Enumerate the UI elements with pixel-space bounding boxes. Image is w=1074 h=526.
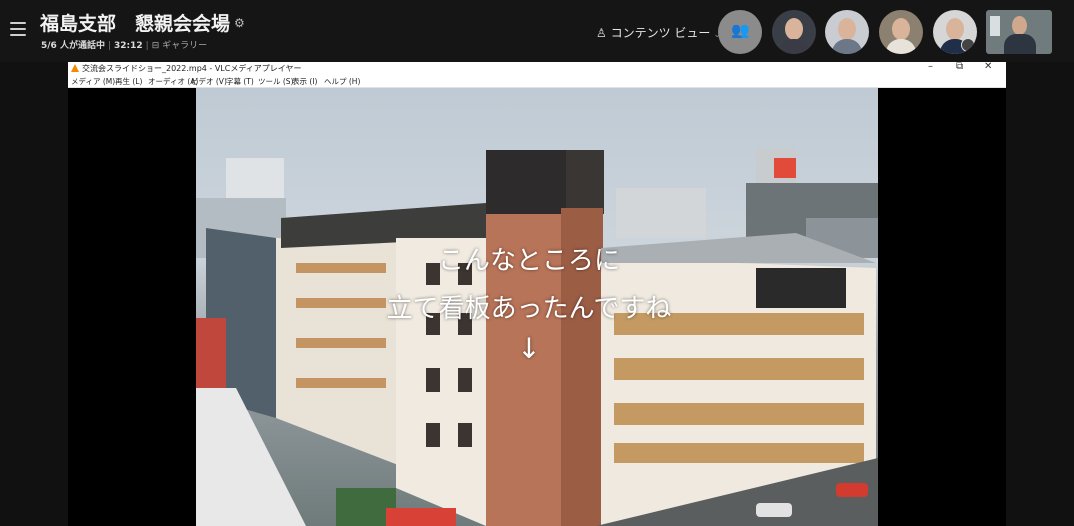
menu-view[interactable]: 表示 (I) — [292, 76, 317, 87]
shared-screen-vlc-window: 交流会スライドショー_2022.mp4 - VLCメディアプレイヤー – ⧉ ✕… — [68, 61, 1006, 526]
video-caption-line1: こんなところに — [437, 246, 620, 276]
vlc-cone-icon — [71, 64, 79, 72]
minimize-button[interactable]: – — [928, 61, 933, 72]
menu-subtitle[interactable]: 字幕 (T) — [226, 76, 254, 87]
people-icon: 👥 — [731, 21, 750, 39]
meeting-title-text: 福島支部 懇親会会場 — [40, 13, 231, 35]
participant-video-1[interactable] — [772, 10, 816, 54]
menu-playback[interactable]: 再生 (L) — [115, 76, 142, 87]
meeting-header: 福島支部 懇親会会場 ⚙ 5/6 人が通話中 | 32:12 | ⊟ ギャラリー ♙ コン… — [0, 0, 1074, 62]
meeting-status-line: 5/6 人が通話中 | 32:12 | ⊟ ギャラリー — [41, 41, 208, 51]
menu-video[interactable]: ビデオ (V) — [191, 76, 227, 87]
participants-status: 5/6 人が通話中 — [41, 41, 105, 51]
close-button[interactable]: ✕ — [984, 61, 992, 72]
video-caption-line2: 立て看板あったんですね — [386, 294, 672, 324]
down-arrow-icon: ↓ — [517, 332, 541, 365]
gear-icon[interactable]: ⚙ — [234, 16, 245, 30]
participant-gray-avatar[interactable]: 👥 — [718, 10, 762, 54]
elapsed-time: 32:12 — [114, 41, 143, 51]
menu-help[interactable]: ヘルプ (H) — [324, 76, 360, 87]
video-frame[interactable]: こんなところに 立て看板あったんですね ↓ — [196, 88, 878, 526]
menu-media[interactable]: メディア (M) — [71, 76, 115, 87]
participant-video-2[interactable] — [825, 10, 869, 54]
person-pin-icon: ♙ — [596, 26, 607, 40]
vlc-menubar: メディア (M) 再生 (L) オーディオ (A) ビデオ (V) 字幕 (T)… — [68, 75, 1006, 88]
meeting-title: 福島支部 懇親会会場 ⚙ — [40, 9, 245, 36]
participant-video-3[interactable] — [879, 10, 923, 54]
screen-share-badge-icon — [961, 38, 975, 52]
content-view-selector[interactable]: ♙ コンテンツ ビュー ⌄ — [596, 24, 721, 41]
participant-video-5[interactable] — [986, 10, 1052, 54]
participant-video-4[interactable] — [933, 10, 977, 54]
vlc-window-title: 交流会スライドショー_2022.mp4 - VLCメディアプレイヤー — [82, 64, 302, 73]
gallery-icon[interactable]: ⊟ — [152, 41, 160, 51]
content-view-label: コンテンツ ビュー — [610, 26, 711, 40]
vlc-titlebar: 交流会スライドショー_2022.mp4 - VLCメディアプレイヤー – ⧉ ✕ — [68, 61, 1006, 75]
view-label[interactable]: ギャラリー — [162, 41, 207, 51]
menu-tools[interactable]: ツール (S) — [258, 76, 294, 87]
hamburger-menu-icon[interactable] — [10, 22, 26, 36]
maximize-button[interactable]: ⧉ — [956, 61, 963, 72]
